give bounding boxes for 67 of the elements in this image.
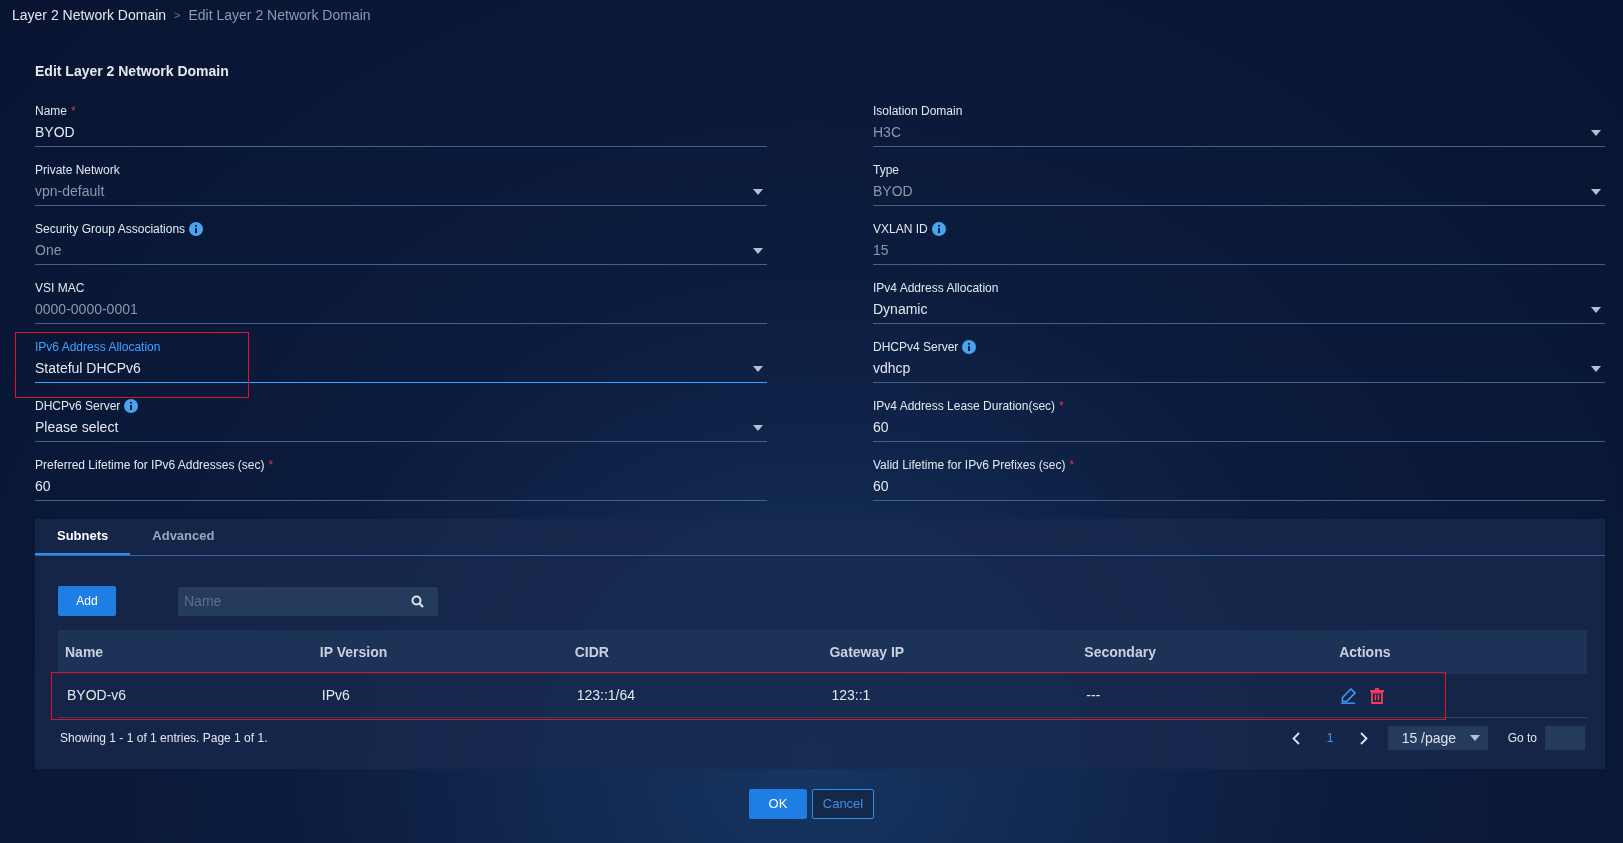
- required-mark: *: [1059, 397, 1064, 415]
- previous-page-button[interactable]: [1292, 731, 1301, 745]
- column-header: Gateway IP: [828, 642, 906, 662]
- goto-label: Go to: [1507, 730, 1537, 747]
- cancel-button[interactable]: Cancel: [812, 789, 874, 819]
- edit-pencil-icon[interactable]: [1340, 687, 1357, 704]
- input-field[interactable]: BYOD: [35, 119, 767, 147]
- field-label: IPv4 Address Allocation: [873, 279, 999, 297]
- info-icon: [931, 221, 946, 236]
- info-icon: [124, 398, 139, 413]
- required-mark: *: [1069, 456, 1075, 474]
- field-label: Preferred Lifetime for IPv6 Addresses (sec): [35, 456, 265, 474]
- field-label: Type: [873, 161, 899, 179]
- field-label: DHCPv4 Server: [873, 338, 959, 356]
- breadcrumb-separator: >: [174, 8, 181, 24]
- page-button[interactable]: 1: [1320, 728, 1340, 748]
- table-cell-text: IPv6: [320, 686, 351, 705]
- info-icon: [962, 339, 977, 354]
- info-icon: [189, 221, 204, 236]
- page-size-select[interactable]: 15 /page: [1387, 726, 1488, 750]
- input-field[interactable]: 60: [873, 473, 1605, 501]
- tab[interactable]: Advanced: [130, 519, 237, 555]
- breadcrumb-current: Edit Layer 2 Network Domain: [188, 6, 371, 25]
- input-field[interactable]: 60: [35, 473, 767, 501]
- field-label: Private Network: [35, 161, 120, 179]
- column-header: Secondary: [1083, 642, 1157, 662]
- ok-button[interactable]: OK: [749, 789, 807, 819]
- select-field[interactable]: Dynamic: [873, 296, 1605, 324]
- page-title: Edit Layer 2 Network Domain: [35, 62, 230, 81]
- chevron-left-icon: [1292, 731, 1301, 745]
- field-label: Name: [35, 102, 67, 120]
- column-header: CIDR: [573, 642, 610, 662]
- tab[interactable]: Subnets: [35, 519, 131, 555]
- field-label: Isolation Domain: [873, 102, 963, 120]
- table-cell-text: ---: [1085, 686, 1102, 705]
- required-mark: *: [71, 102, 76, 120]
- dropdown-caret-icon[interactable]: [753, 424, 763, 431]
- dropdown-caret-icon[interactable]: [1469, 735, 1480, 741]
- table-cell-text: 123::1: [830, 686, 872, 705]
- field-label: IPv4 Address Lease Duration(sec): [873, 397, 1056, 415]
- column-header: Name: [64, 642, 105, 662]
- delete-trash-icon[interactable]: [1370, 687, 1385, 704]
- field-label: IPv6 Address Allocation: [35, 338, 161, 356]
- pagination-summary: Showing 1 - 1 of 1 entries. Page 1 of 1.: [60, 730, 268, 747]
- field-label: VSI MAC: [35, 279, 85, 297]
- required-mark: *: [268, 456, 274, 474]
- field-label: VXLAN ID: [873, 220, 928, 238]
- table-cell-text: BYOD-v6: [66, 686, 128, 705]
- column-header: Actions: [1338, 642, 1392, 662]
- dropdown-caret-icon[interactable]: [1591, 365, 1601, 372]
- add-button[interactable]: Add: [58, 586, 116, 616]
- column-header: IP Version: [318, 642, 389, 662]
- next-page-button[interactable]: [1359, 731, 1368, 745]
- dropdown-caret-icon[interactable]: [753, 365, 763, 372]
- breadcrumb-link[interactable]: Layer 2 Network Domain: [12, 5, 167, 26]
- chevron-right-icon: [1359, 731, 1368, 745]
- select-field[interactable]: vdhcp: [873, 355, 1605, 383]
- select-field[interactable]: Stateful DHCPv6: [35, 355, 767, 383]
- field-label: Valid Lifetime for IPv6 Prefixes (sec): [873, 456, 1066, 474]
- field-label: Security Group Associations: [35, 220, 186, 238]
- select-field[interactable]: Please select: [35, 414, 767, 442]
- dropdown-caret-icon[interactable]: [1591, 306, 1601, 313]
- table-cell-text: 123::1/64: [575, 686, 637, 705]
- field-label: DHCPv6 Server: [35, 397, 121, 415]
- input-field[interactable]: 60: [873, 414, 1605, 442]
- search-field[interactable]: Name: [178, 586, 438, 616]
- search-icon[interactable]: [411, 594, 424, 608]
